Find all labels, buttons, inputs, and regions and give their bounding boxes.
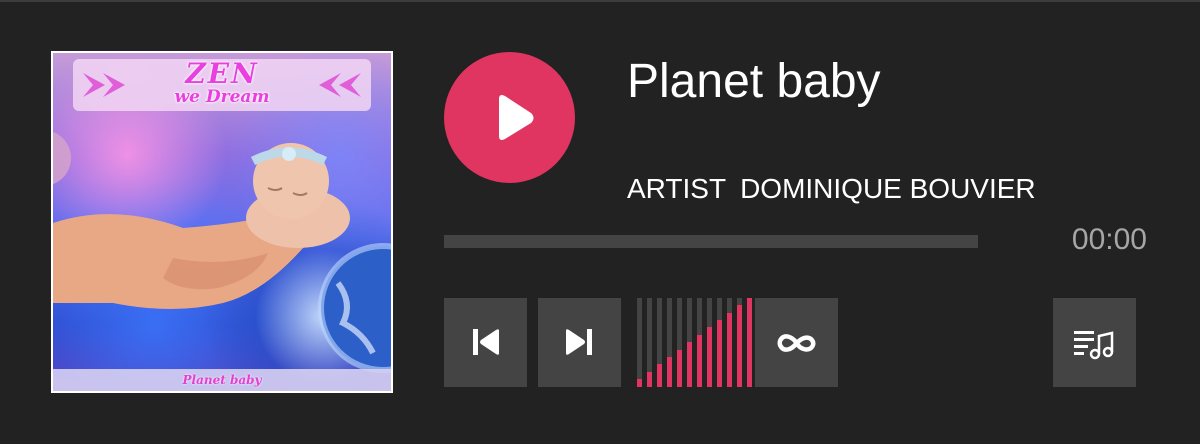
artist-name: DOMINIQUE BOUVIER [740, 173, 1036, 204]
progress-bar[interactable] [444, 235, 978, 248]
volume-bar-level [637, 379, 642, 387]
skip-previous-icon [473, 329, 499, 355]
volume-bar-track [637, 298, 642, 387]
top-border [0, 0, 1200, 2]
volume-bar-level [747, 298, 752, 387]
album-cover: ZEN we Dream Planet baby [51, 51, 393, 393]
cover-subtitle: we Dream [174, 87, 270, 107]
volume-bar-level [717, 320, 722, 387]
previous-track-button[interactable] [444, 298, 527, 387]
cover-caption: Planet baby [182, 373, 262, 387]
play-icon [499, 95, 534, 140]
volume-bar-level [677, 349, 682, 387]
cover-title: ZEN [185, 57, 259, 90]
play-button[interactable] [444, 52, 575, 183]
artist-row: ARTIST DOMINIQUE BOUVIER [627, 171, 1036, 207]
time-display: 00:00 [1071, 223, 1147, 256]
loop-button[interactable] [755, 298, 838, 387]
skip-next-icon [566, 329, 592, 355]
track-title: Planet baby [627, 55, 881, 108]
volume-bar-level [697, 334, 702, 387]
volume-bar-level [707, 327, 712, 387]
loop-icon [777, 334, 816, 352]
volume-bar-level [727, 312, 732, 387]
playlist-button[interactable] [1053, 298, 1136, 387]
volume-meter[interactable] [632, 298, 752, 387]
next-track-button[interactable] [538, 298, 621, 387]
volume-bar-level [737, 305, 742, 387]
volume-bar-level [667, 356, 672, 387]
playlist-music-icon [1074, 331, 1114, 360]
artist-label: ARTIST [627, 173, 727, 204]
volume-bar-level [657, 364, 662, 387]
volume-bar-level [687, 342, 692, 387]
volume-bar-level [647, 371, 652, 387]
